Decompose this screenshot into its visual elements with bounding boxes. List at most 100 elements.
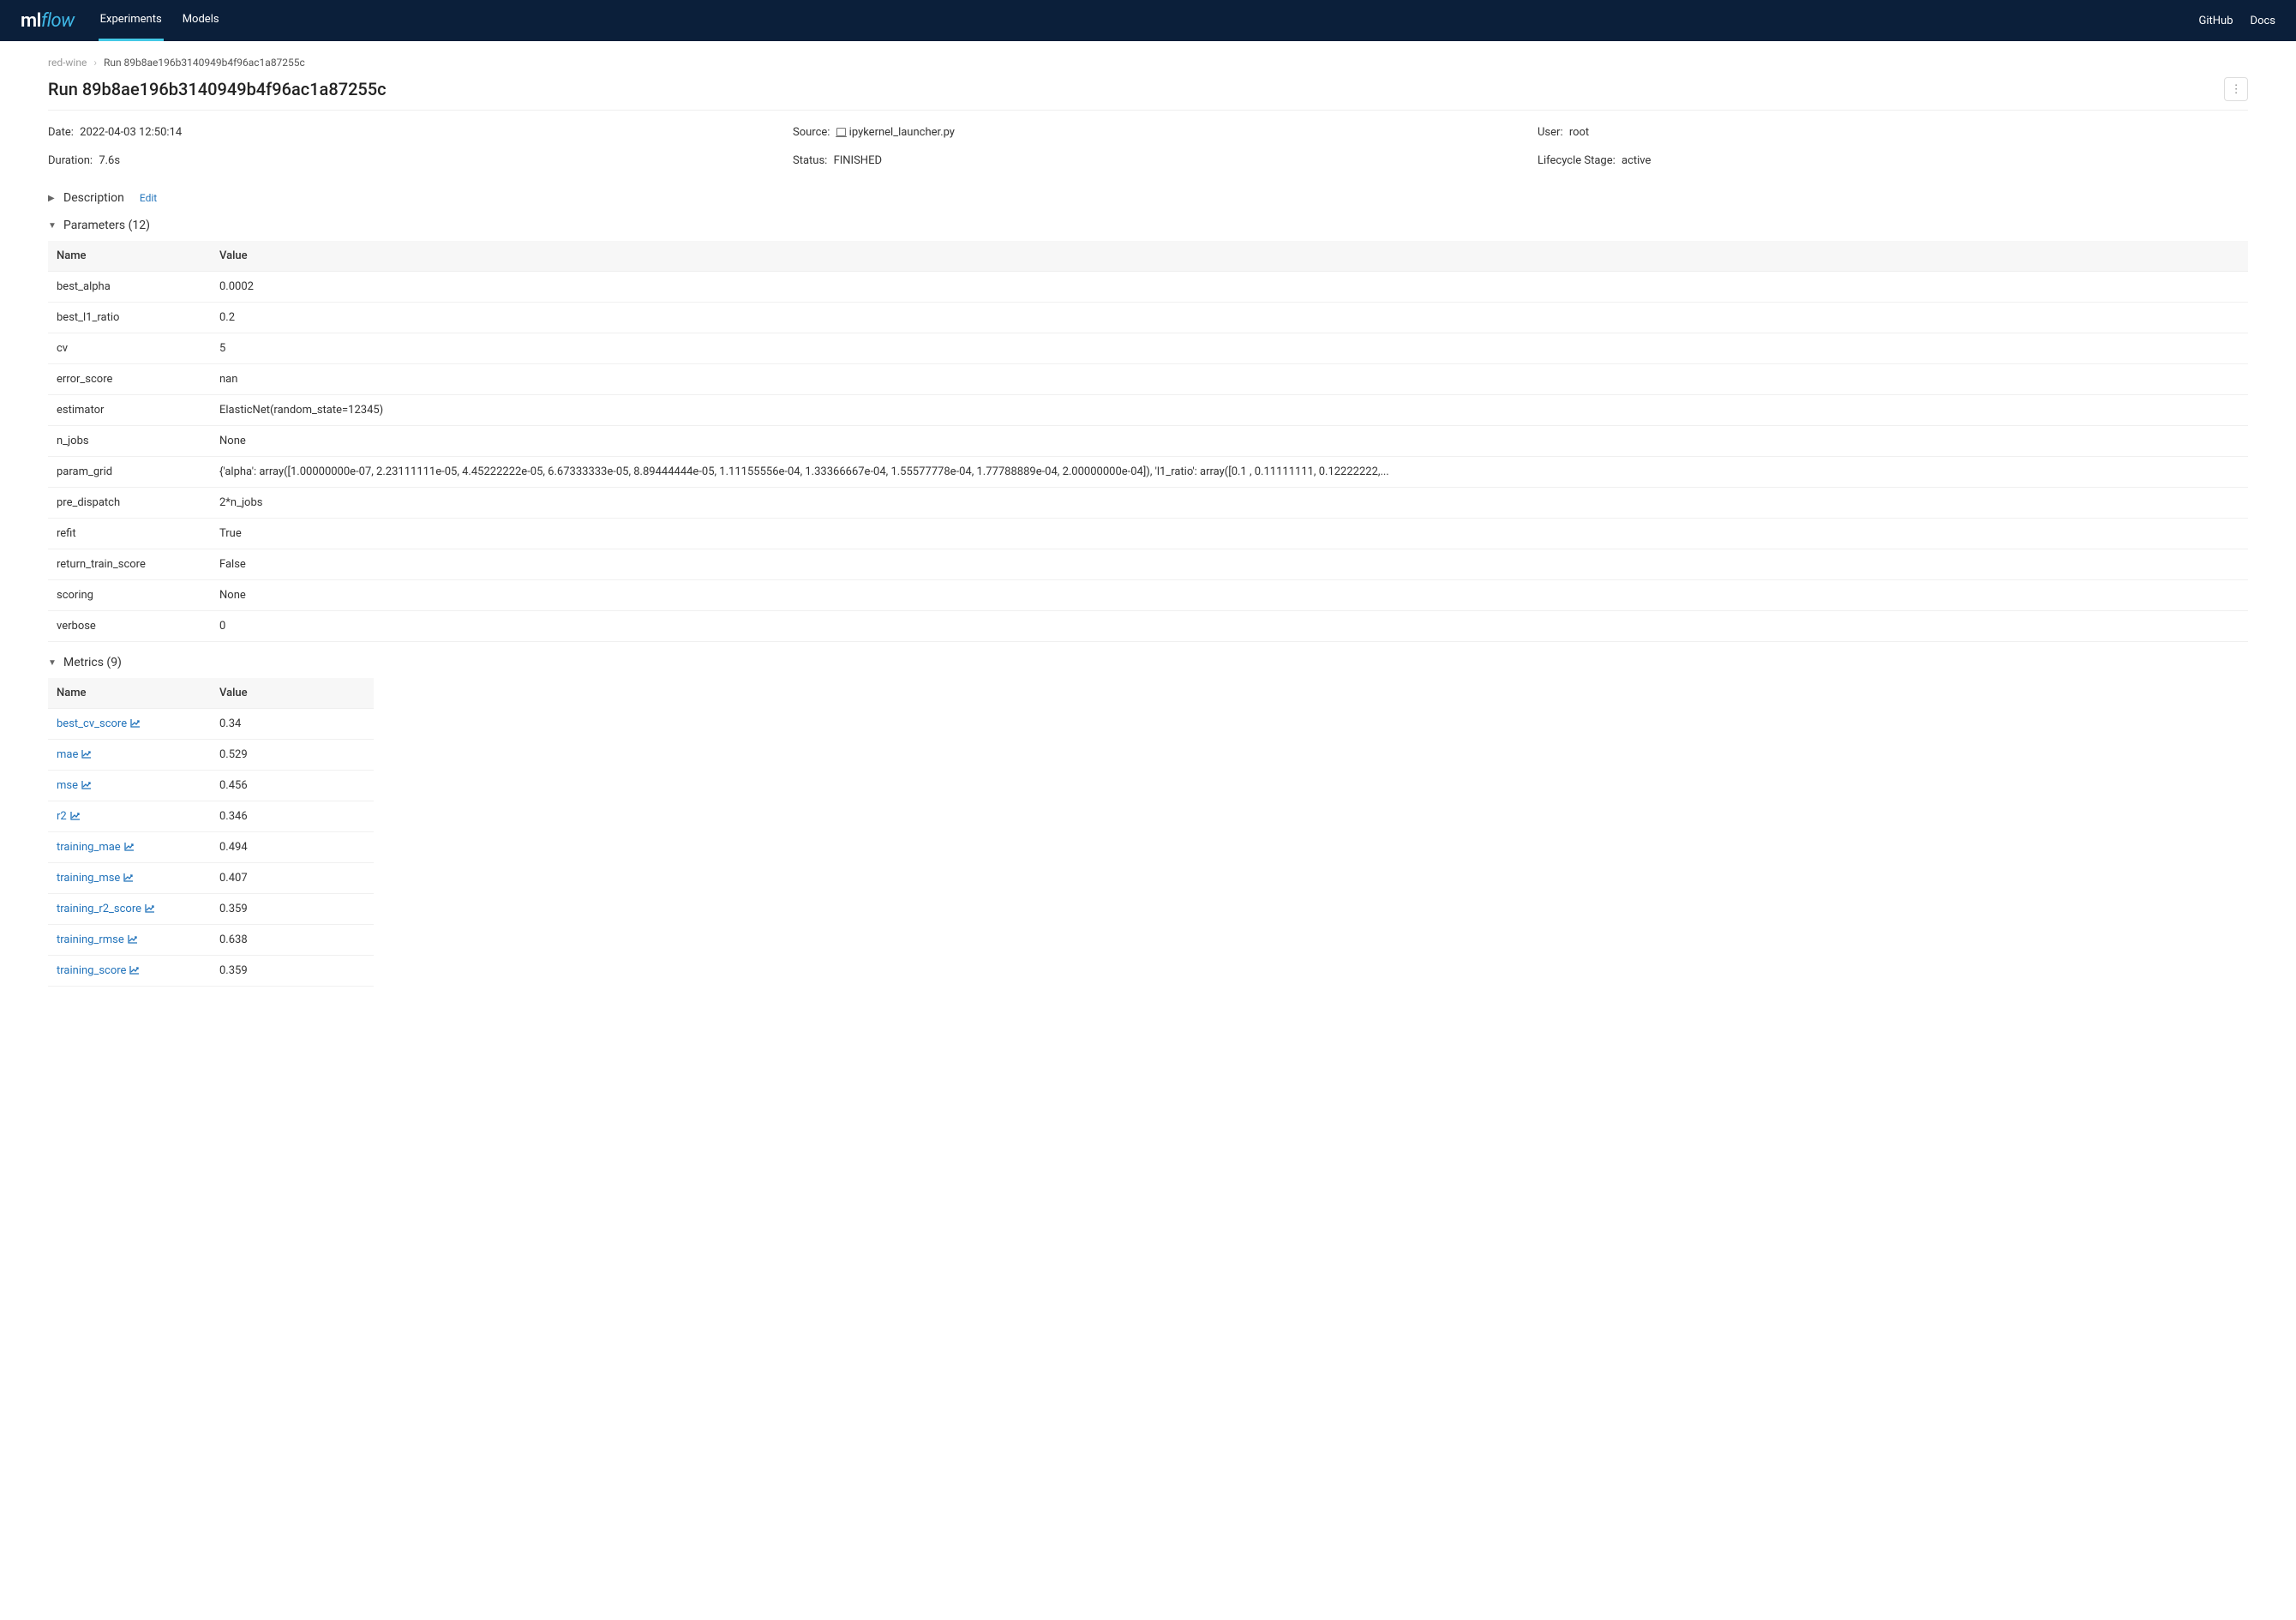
param-value: True (211, 519, 2248, 549)
description-header[interactable]: ▶ Description Edit (48, 191, 2248, 205)
chart-icon (70, 811, 81, 822)
metric-link[interactable]: mse (57, 779, 92, 792)
meta-lifecycle-value: active (1622, 154, 1651, 167)
parameters-title: Parameters (12) (63, 219, 150, 232)
metric-value: 0.346 (211, 801, 374, 832)
meta-col-3: User: root Lifecycle Stage: active (1538, 126, 2248, 167)
metric-name: r2 (57, 810, 67, 823)
meta-user-value: root (1569, 126, 1589, 139)
metric-link[interactable]: mae (57, 748, 92, 761)
meta-duration-label: Duration: (48, 154, 93, 167)
metric-name: mse (57, 779, 78, 792)
metric-name: mae (57, 748, 78, 761)
param-name: n_jobs (48, 426, 211, 457)
metric-name-cell: training_mae (48, 832, 211, 863)
metric-link[interactable]: best_cv_score (57, 717, 141, 730)
param-name: verbose (48, 611, 211, 642)
meta-grid: Date: 2022-04-03 12:50:14 Duration: 7.6s… (48, 126, 2248, 167)
metric-link[interactable]: training_r2_score (57, 903, 155, 915)
breadcrumb-parent[interactable]: red-wine (48, 57, 87, 69)
link-github[interactable]: GitHub (2199, 15, 2233, 27)
meta-source-label: Source: (793, 126, 830, 139)
meta-status: Status: FINISHED (793, 154, 1503, 167)
metric-link[interactable]: r2 (57, 810, 81, 823)
chart-icon (81, 749, 92, 760)
param-value: ElasticNet(random_state=12345) (211, 395, 2248, 426)
param-value: 2*n_jobs (211, 488, 2248, 519)
param-value: {'alpha': array([1.00000000e-07, 2.23111… (211, 457, 2248, 488)
parameters-header[interactable]: ▼ Parameters (12) (48, 219, 2248, 232)
param-value: False (211, 549, 2248, 580)
metric-name-cell: best_cv_score (48, 709, 211, 740)
breadcrumb: red-wine › Run 89b8ae196b3140949b4f96ac1… (48, 57, 2248, 69)
chart-icon (129, 965, 140, 976)
tab-models[interactable]: Models (181, 0, 221, 41)
metric-value: 0.456 (211, 771, 374, 801)
metric-name-cell: training_score (48, 956, 211, 987)
metric-name-cell: training_r2_score (48, 894, 211, 925)
nav-tabs: Experiments Models (99, 0, 2199, 41)
table-row: mse 0.456 (48, 771, 374, 801)
link-docs[interactable]: Docs (2251, 15, 2275, 27)
parameters-section: ▼ Parameters (12) Name Value best_alpha0… (48, 219, 2248, 642)
metric-link[interactable]: training_score (57, 964, 140, 977)
metric-value: 0.359 (211, 894, 374, 925)
param-name: cv (48, 333, 211, 364)
laptop-icon (836, 128, 846, 136)
param-name: param_grid (48, 457, 211, 488)
param-name: error_score (48, 364, 211, 395)
meta-user: User: root (1538, 126, 2248, 139)
param-name: return_train_score (48, 549, 211, 580)
table-row: n_jobsNone (48, 426, 2248, 457)
logo[interactable]: mlflow (21, 10, 75, 32)
chart-icon (145, 903, 155, 915)
metrics-table: Name Value best_cv_score0.34mae0.529mse0… (48, 678, 374, 987)
metric-name-cell: training_rmse (48, 925, 211, 956)
metric-value: 0.359 (211, 956, 374, 987)
table-row: pre_dispatch2*n_jobs (48, 488, 2248, 519)
table-row: training_r2_score 0.359 (48, 894, 374, 925)
description-section: ▶ Description Edit (48, 191, 2248, 205)
caret-down-icon: ▼ (48, 221, 57, 231)
param-value: nan (211, 364, 2248, 395)
param-name: best_alpha (48, 272, 211, 303)
table-row: verbose0 (48, 611, 2248, 642)
chart-icon (128, 934, 138, 945)
table-row: best_alpha0.0002 (48, 272, 2248, 303)
metric-name: training_rmse (57, 933, 124, 946)
metric-link[interactable]: training_mae (57, 841, 135, 854)
param-value: 5 (211, 333, 2248, 364)
page: red-wine › Run 89b8ae196b3140949b4f96ac1… (0, 41, 2296, 1035)
param-value: 0.0002 (211, 272, 2248, 303)
meta-date-label: Date: (48, 126, 74, 139)
meta-source-text: ipykernel_launcher.py (849, 126, 955, 139)
metric-value: 0.407 (211, 863, 374, 894)
table-row: refitTrue (48, 519, 2248, 549)
meta-lifecycle-label: Lifecycle Stage: (1538, 154, 1616, 167)
edit-description-link[interactable]: Edit (140, 192, 157, 204)
table-row: training_rmse0.638 (48, 925, 374, 956)
caret-down-icon: ▼ (48, 658, 57, 668)
param-value: 0 (211, 611, 2248, 642)
tab-experiments[interactable]: Experiments (99, 0, 164, 41)
meta-duration: Duration: 7.6s (48, 154, 758, 167)
table-row: cv5 (48, 333, 2248, 364)
metric-name-cell: mse (48, 771, 211, 801)
page-title: Run 89b8ae196b3140949b4f96ac1a87255c (48, 79, 387, 99)
metric-name: training_score (57, 964, 126, 977)
breadcrumb-current: Run 89b8ae196b3140949b4f96ac1a87255c (104, 57, 305, 69)
metric-name-cell: mae (48, 740, 211, 771)
table-row: r2 0.346 (48, 801, 374, 832)
more-button[interactable]: ⋮ (2224, 77, 2248, 101)
logo-flow: flow (41, 10, 75, 32)
description-title: Description (63, 191, 124, 205)
meta-user-label: User: (1538, 126, 1563, 139)
metrics-header[interactable]: ▼ Metrics (9) (48, 656, 2248, 669)
metric-value: 0.494 (211, 832, 374, 863)
metrics-section: ▼ Metrics (9) Name Value best_cv_score0.… (48, 656, 2248, 987)
param-value: None (211, 580, 2248, 611)
metric-link[interactable]: training_mse (57, 872, 134, 885)
metric-link[interactable]: training_rmse (57, 933, 138, 946)
metrics-th-value: Value (211, 678, 374, 709)
table-row: param_grid{'alpha': array([1.00000000e-0… (48, 457, 2248, 488)
